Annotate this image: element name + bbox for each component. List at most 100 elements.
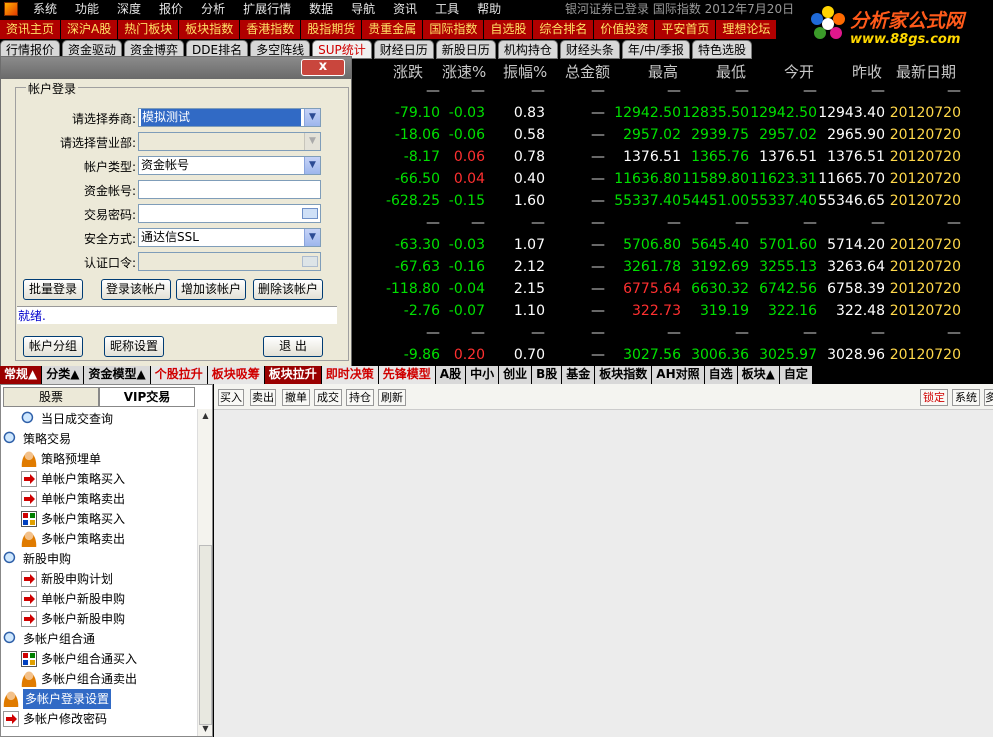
chevron-down-icon[interactable]: ▼ bbox=[304, 229, 320, 246]
password-field[interactable] bbox=[138, 204, 321, 223]
nav-link-4[interactable]: 香港指数 bbox=[240, 20, 301, 39]
refresh-button[interactable]: 刷新 bbox=[378, 389, 406, 406]
lock-button[interactable]: 锁定 bbox=[920, 389, 948, 406]
nav-link-3[interactable]: 板块指数 bbox=[179, 20, 240, 39]
table-row[interactable]: -9.86 0.20 0.70 — 3027.56 3006.36 3025.97 3028.… bbox=[350, 344, 993, 366]
menu-info[interactable]: 资讯 bbox=[384, 0, 426, 18]
chevron-down-icon[interactable]: ▼ bbox=[304, 109, 320, 126]
tab-7[interactable]: 新股日历 bbox=[435, 40, 496, 59]
col-date[interactable]: 最新日期 bbox=[896, 61, 956, 82]
col-low[interactable]: 最低 bbox=[716, 61, 746, 82]
dialog-titlebar[interactable] bbox=[1, 57, 351, 79]
table-row[interactable]: — — — — — — — — — bbox=[350, 80, 993, 102]
menu-data[interactable]: 数据 bbox=[300, 0, 342, 18]
col-speed[interactable]: 涨速% bbox=[442, 61, 486, 82]
category-tab-17[interactable]: 自定 bbox=[779, 366, 812, 384]
nav-link-12[interactable]: 理想论坛 bbox=[716, 20, 777, 39]
deals-button[interactable]: 成交 bbox=[314, 389, 342, 406]
menu-depth[interactable]: 深度 bbox=[108, 0, 150, 18]
category-tab-13[interactable]: 板块指数 bbox=[595, 366, 652, 384]
close-button[interactable]: x bbox=[301, 59, 345, 76]
security-select[interactable]: 通达信SSL ▼ bbox=[138, 228, 321, 247]
tab-stock[interactable]: 股票 bbox=[3, 387, 99, 407]
add-account-button[interactable]: 增加该帐户 bbox=[176, 279, 246, 300]
menu-system[interactable]: 系统 bbox=[24, 0, 66, 18]
col-amplitude[interactable]: 振幅% bbox=[503, 61, 547, 82]
menu-analysis[interactable]: 分析 bbox=[192, 0, 234, 18]
tab-8[interactable]: 机构持仓 bbox=[497, 40, 558, 59]
tab-9[interactable]: 财经头条 bbox=[559, 40, 620, 59]
col-high[interactable]: 最高 bbox=[648, 61, 678, 82]
positions-button[interactable]: 持仓 bbox=[346, 389, 374, 406]
category-tab-3[interactable]: 个股拉升 bbox=[150, 366, 207, 384]
category-tab-4[interactable]: 板块吸筹 bbox=[207, 366, 264, 384]
table-row[interactable]: — — — — — — — — — bbox=[350, 212, 993, 234]
delete-account-button[interactable]: 删除该帐户 bbox=[253, 279, 323, 300]
keyboard-icon[interactable] bbox=[302, 256, 318, 267]
table-row[interactable]: -628.25 -0.15 1.60 — 55337.40 54451.00 55337.4… bbox=[350, 190, 993, 212]
tree-scrollbar[interactable]: ▲ ▼ bbox=[197, 409, 212, 736]
chevron-down-icon[interactable]: ▼ bbox=[304, 133, 320, 150]
menu-quote[interactable]: 报价 bbox=[150, 0, 192, 18]
table-row[interactable]: -63.30 -0.03 1.07 — 5706.80 5645.40 5701.60 571… bbox=[350, 234, 993, 256]
tab-vip-trade[interactable]: VIP交易 bbox=[99, 387, 195, 407]
branch-select[interactable]: ▼ bbox=[138, 132, 321, 151]
category-tab-9[interactable]: 中小 bbox=[466, 366, 499, 384]
buy-button[interactable]: 买入 bbox=[218, 389, 244, 406]
table-row[interactable]: — — — — — — — — — bbox=[350, 322, 993, 344]
table-row[interactable]: -118.80 -0.04 2.15 — 6775.64 6630.32 6742.56 67… bbox=[350, 278, 993, 300]
scroll-thumb[interactable] bbox=[199, 545, 212, 725]
category-tab-5[interactable]: 板块拉升 bbox=[264, 366, 321, 384]
broker-select[interactable]: 模拟测试 ▼ bbox=[138, 108, 321, 127]
table-row[interactable]: -18.06 -0.06 0.58 — 2957.02 2939.75 2957.02 296… bbox=[350, 124, 993, 146]
tab-6[interactable]: 财经日历 bbox=[373, 40, 434, 59]
auth-code-field[interactable] bbox=[138, 252, 321, 271]
tab-11[interactable]: 特色选股 bbox=[691, 40, 752, 59]
tab-10[interactable]: 年/中/季报 bbox=[621, 40, 690, 59]
col-prev-close[interactable]: 昨收 bbox=[852, 61, 882, 82]
table-row[interactable]: -66.50 0.04 0.40 — 11636.80 11589.80 11623.31 1… bbox=[350, 168, 993, 190]
category-tab-7[interactable]: 先锋模型 bbox=[378, 366, 435, 384]
nav-link-8[interactable]: 自选股 bbox=[484, 20, 533, 39]
category-tab-10[interactable]: 创业 bbox=[499, 366, 532, 384]
category-tab-14[interactable]: AH对照 bbox=[652, 366, 704, 384]
nickname-button[interactable]: 昵称设置 bbox=[104, 336, 164, 357]
nav-link-5[interactable]: 股指期货 bbox=[301, 20, 362, 39]
chevron-down-icon[interactable]: ▼ bbox=[304, 157, 320, 174]
table-row[interactable]: -79.10 -0.03 0.83 — 12942.50 12835.50 12942.50… bbox=[350, 102, 993, 124]
category-tab-16[interactable]: 板块▲ bbox=[737, 366, 779, 384]
table-row[interactable]: -8.17 0.06 0.78 — 1376.51 1365.76 1376.51 1376.… bbox=[350, 146, 993, 168]
category-tab-2[interactable]: 资金模型▲ bbox=[84, 366, 150, 384]
category-tab-1[interactable]: 分类▲ bbox=[42, 366, 84, 384]
nav-link-11[interactable]: 平安首页 bbox=[655, 20, 716, 39]
nav-link-7[interactable]: 国际指数 bbox=[423, 20, 484, 39]
col-chg[interactable]: 涨跌 bbox=[393, 61, 423, 82]
col-open[interactable]: 今开 bbox=[784, 61, 814, 82]
sell-button[interactable]: 卖出 bbox=[250, 389, 276, 406]
nav-link-1[interactable]: 深沪A股 bbox=[61, 20, 118, 39]
system-button[interactable]: 系统 bbox=[952, 389, 980, 406]
cancel-order-button[interactable]: 撤单 bbox=[282, 389, 310, 406]
login-account-button[interactable]: 登录该帐户 bbox=[101, 279, 171, 300]
menu-tools[interactable]: 工具 bbox=[426, 0, 468, 18]
nav-link-9[interactable]: 综合排名 bbox=[533, 20, 594, 39]
exit-button[interactable]: 退 出 bbox=[263, 336, 323, 357]
category-tab-0[interactable]: 常规▲ bbox=[0, 366, 42, 384]
menu-help[interactable]: 帮助 bbox=[468, 0, 510, 18]
nav-link-10[interactable]: 价值投资 bbox=[594, 20, 655, 39]
account-type-select[interactable]: 资金帐号 ▼ bbox=[138, 156, 321, 175]
nav-link-2[interactable]: 热门板块 bbox=[118, 20, 179, 39]
category-tab-6[interactable]: 即时决策 bbox=[321, 366, 378, 384]
category-tab-12[interactable]: 基金 bbox=[562, 366, 595, 384]
category-tab-15[interactable]: 自选 bbox=[704, 366, 737, 384]
menu-ext-market[interactable]: 扩展行情 bbox=[234, 0, 300, 18]
menu-nav[interactable]: 导航 bbox=[342, 0, 384, 18]
account-group-button[interactable]: 帐户分组 bbox=[23, 336, 83, 357]
scroll-up-icon[interactable]: ▲ bbox=[198, 409, 213, 423]
menu-function[interactable]: 功能 bbox=[66, 0, 108, 18]
keyboard-icon[interactable] bbox=[302, 208, 318, 219]
batch-login-button[interactable]: 批量登录 bbox=[23, 279, 83, 300]
table-row[interactable]: -67.63 -0.16 2.12 — 3261.78 3192.69 3255.13 326… bbox=[350, 256, 993, 278]
account-number-field[interactable] bbox=[138, 180, 321, 199]
category-tab-11[interactable]: B股 bbox=[532, 366, 562, 384]
